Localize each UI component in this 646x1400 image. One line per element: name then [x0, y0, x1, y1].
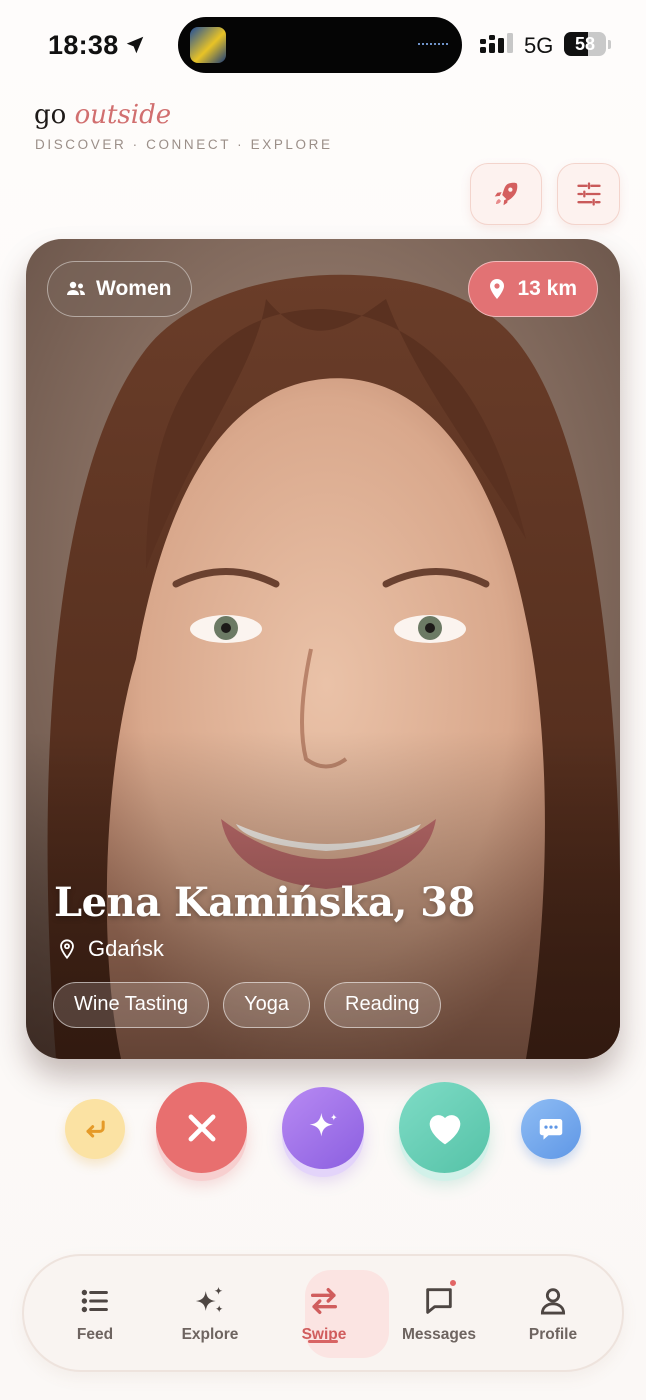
- heart-icon: [429, 1114, 460, 1144]
- rocket-icon: [494, 182, 518, 206]
- interest-tag[interactable]: Yoga: [223, 982, 311, 1028]
- undo-button[interactable]: [65, 1099, 125, 1159]
- network-type: 5G: [524, 33, 554, 58]
- gender-filter-chip[interactable]: Women: [47, 261, 193, 317]
- nav-item-explore[interactable]: Explore: [160, 1256, 260, 1370]
- user-icon: [540, 1288, 566, 1315]
- battery-indicator: 58: [564, 32, 606, 56]
- app-logo: go outside: [34, 100, 171, 130]
- status-bar: 18:38 5G 58: [0, 0, 646, 90]
- location-pin-icon: [490, 279, 505, 299]
- unread-dot: [448, 1278, 458, 1288]
- logo-word-go: go: [34, 100, 67, 130]
- signal-icon: [480, 33, 513, 53]
- nav-item-messages[interactable]: Messages: [389, 1256, 489, 1370]
- island-activity-dots: [418, 43, 448, 47]
- sparkle-icon: [309, 1113, 338, 1137]
- undo-icon: [86, 1120, 105, 1138]
- distance-label: 13 km: [517, 277, 577, 300]
- nav-label: Profile: [528, 1326, 578, 1343]
- status-time: 18:38: [48, 30, 119, 60]
- profile-city-label: Gdańsk: [88, 936, 164, 961]
- profile-card[interactable]: Women 13 km Lena Kamińska, 38 Gdańsk Win…: [26, 239, 620, 1059]
- nav-item-swipe[interactable]: Swipe: [274, 1256, 374, 1370]
- interest-tag[interactable]: Wine Tasting: [53, 982, 210, 1028]
- bottom-nav: Feed Explore Swipe Messages Profile: [22, 1254, 624, 1372]
- battery-percent: 58: [574, 34, 596, 54]
- nav-active-indicator: [308, 1340, 338, 1343]
- location-arrow-icon: [126, 36, 144, 54]
- like-button[interactable]: [399, 1082, 490, 1173]
- distance-chip: 13 km: [468, 261, 598, 317]
- map-pin-outline-icon: [60, 939, 74, 960]
- app-tagline: DISCOVER · CONNECT · EXPLORE: [35, 137, 333, 152]
- gender-filter-label: Women: [96, 277, 172, 300]
- interest-tag[interactable]: Reading: [324, 982, 441, 1028]
- nav-label: Feed: [76, 1326, 114, 1343]
- boost-button[interactable]: [470, 163, 542, 225]
- list-icon: [81, 1289, 108, 1313]
- dynamic-island: [178, 17, 462, 73]
- nav-label: Explore: [181, 1326, 239, 1343]
- swap-icon: [310, 1287, 338, 1315]
- superlike-button[interactable]: [282, 1087, 364, 1169]
- interest-tags: Wine Tasting Yoga Reading: [53, 982, 441, 1028]
- nav-label: Messages: [401, 1326, 477, 1343]
- nav-item-feed[interactable]: Feed: [45, 1256, 145, 1370]
- sparkles-icon: [195, 1286, 223, 1313]
- pass-button[interactable]: [156, 1082, 247, 1173]
- profile-city: Gdańsk: [56, 936, 164, 962]
- swipe-screen: 18:38 5G 58 go outside DISCOVER · CONNEC…: [0, 0, 646, 1400]
- profile-name-age: Lena Kamińska, 38: [54, 879, 475, 926]
- message-square-icon: [426, 1288, 452, 1314]
- users-icon: [67, 281, 85, 295]
- live-activity-app-icon: [190, 27, 226, 63]
- nav-item-profile[interactable]: Profile: [503, 1256, 603, 1370]
- message-button[interactable]: [521, 1099, 581, 1159]
- chat-icon: [539, 1119, 563, 1140]
- filter-button[interactable]: [557, 163, 620, 225]
- close-icon: [188, 1114, 215, 1141]
- sliders-icon: [576, 182, 601, 206]
- battery-nub: [608, 40, 611, 49]
- logo-word-outside: outside: [74, 100, 172, 130]
